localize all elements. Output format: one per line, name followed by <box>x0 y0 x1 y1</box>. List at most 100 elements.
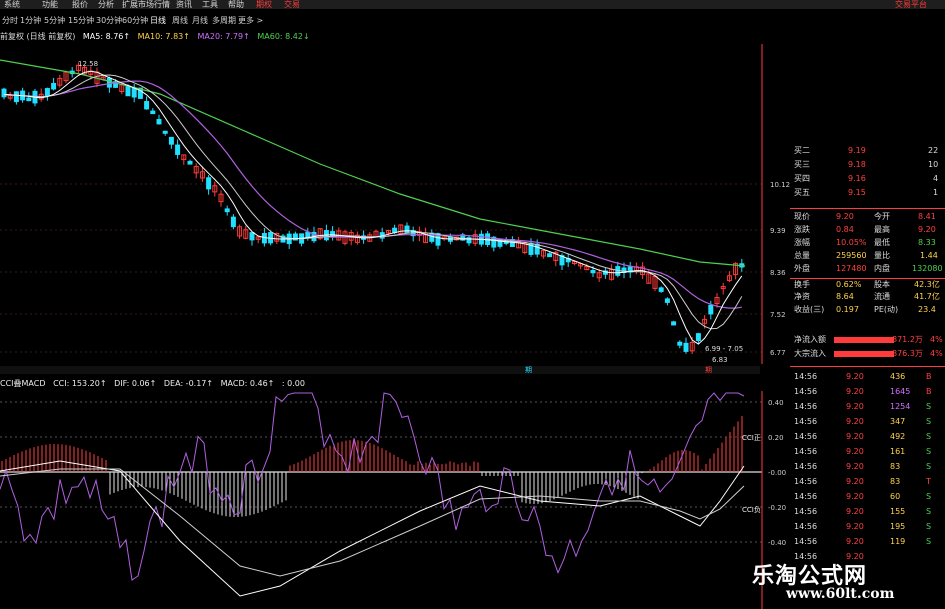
quote-label: PE(动) <box>874 305 899 314</box>
menu-item-system[interactable]: 系统 <box>4 0 20 9</box>
macd-value: MACD: 0.46↑ <box>220 379 275 388</box>
flow-value: 876.3万 <box>892 349 923 358</box>
tick-vol: 436 <box>890 372 906 381</box>
bid-label: 买三 <box>794 160 810 169</box>
candle-body <box>187 160 193 165</box>
chart-title: 前复权 (日线 前复权) <box>0 32 76 41</box>
menu-item-quote[interactable]: 报价 <box>72 0 88 9</box>
menu-item-options[interactable]: 期权 <box>256 0 272 9</box>
quote-label: 量比 <box>874 251 890 260</box>
menu-bar: 系统 功能 报价 分析 扩展市场行情 资讯 工具 帮助 期权 交易 交易平台 <box>0 0 945 9</box>
price-tick-label: 7.52 <box>770 311 786 319</box>
tab-1min[interactable]: 1分钟 <box>20 15 41 27</box>
candle-body <box>224 208 230 213</box>
tick-price: 9.20 <box>846 522 864 531</box>
candlestick-chart[interactable]: 10.129.398.367.526.77 12.58 6.99 - 7.05 … <box>0 44 790 364</box>
flow-bar <box>834 337 894 343</box>
ma10-label: MA10: 7.83↑ <box>137 32 190 41</box>
tick-row: 14:56 9.20 1254 S <box>790 399 945 414</box>
tick-vol: 195 <box>890 522 906 531</box>
quote-row: 收益(三) 0.197 PE(动) 23.4 <box>790 304 945 316</box>
tab-5min[interactable]: 5分钟 <box>44 15 65 27</box>
menu-item-trade[interactable]: 交易 <box>284 0 300 9</box>
bid-row: 买二 9.19 22 <box>790 145 945 157</box>
candle-body <box>695 333 701 341</box>
quote-value: 8.41 <box>918 212 936 221</box>
menu-item-help[interactable]: 帮助 <box>228 0 244 9</box>
menu-item-news[interactable]: 资讯 <box>176 0 192 9</box>
order-book: 买二 9.19 22 买三 9.18 10 买四 9.16 4 买五 9.15 … <box>790 145 945 205</box>
tick-time: 14:56 <box>794 432 818 441</box>
quote-label: 换手 <box>794 280 810 289</box>
tick-row: 14:56 9.20 347 S <box>790 414 945 429</box>
tick-vol: 155 <box>890 507 906 516</box>
tab-60min[interactable]: 60分钟 <box>122 15 148 27</box>
tick-row: 14:56 9.20 436 B <box>790 369 945 384</box>
bid-volume: 22 <box>928 146 939 155</box>
tab-30min[interactable]: 30分钟 <box>96 15 122 27</box>
indicator-tick-label: -0.40 <box>768 539 786 547</box>
menu-item-extended[interactable]: 扩展市场行情 <box>122 0 170 9</box>
split-marker-2: 期 <box>705 366 712 374</box>
price-tick-label: 6.77 <box>770 349 786 357</box>
tick-flag: B <box>926 387 932 396</box>
ma60-label: MA60: 8.42↓ <box>257 32 310 41</box>
candle-body <box>26 97 32 102</box>
flow-percent: 4% <box>930 335 943 344</box>
tick-time: 14:56 <box>794 507 818 516</box>
tick-price: 9.20 <box>846 417 864 426</box>
cci-macd-chart[interactable]: 0.40 0.20 -0.00 -0.20 -0.40 CCI正 CCI负 <box>0 391 790 609</box>
menu-item-function[interactable]: 功能 <box>42 0 58 9</box>
bid-row: 买五 9.15 1 <box>790 187 945 199</box>
indicator-title[interactable]: CCI叠MACD <box>0 379 46 388</box>
macd-histogram <box>1 416 743 517</box>
tick-flag: S <box>926 417 932 426</box>
price-grid <box>0 183 762 353</box>
tick-flag: S <box>926 447 932 456</box>
watermark-url: www.60lt.com <box>786 586 895 602</box>
candle-body <box>658 287 664 292</box>
candle-body <box>106 77 112 88</box>
tab-daily[interactable]: 日线 <box>150 15 166 27</box>
tab-intraday[interactable]: 分时 <box>2 15 18 27</box>
quote-value: 9.20 <box>836 212 854 221</box>
dif-line <box>0 460 745 597</box>
tick-flag: B <box>926 372 932 381</box>
tick-vol: 119 <box>890 537 906 546</box>
quote-label: 最低 <box>874 238 890 247</box>
quote-value: 0.197 <box>836 305 859 314</box>
quote-label: 外盘 <box>794 264 810 273</box>
quote-row: 净资 8.64 流通 41.7亿 <box>790 291 945 303</box>
flow-label: 大宗流入 <box>794 349 826 358</box>
cci-lower-label: CCI负 <box>742 505 761 514</box>
tab-monthly[interactable]: 月线 <box>192 15 208 27</box>
quote-value: 8.64 <box>836 292 854 301</box>
tab-weekly[interactable]: 周线 <box>172 15 188 27</box>
candle-body <box>44 88 50 97</box>
tab-multi-period[interactable]: 多周期 <box>212 15 236 27</box>
tick-time: 14:56 <box>794 462 818 471</box>
quote-stats: 现价 9.20 今开 8.41 涨跌 0.84 最高 9.20 涨幅 10.05… <box>790 208 945 329</box>
candle-body <box>664 298 670 303</box>
tick-price: 9.20 <box>846 507 864 516</box>
tab-more[interactable]: 更多 > <box>238 15 263 27</box>
tick-price: 9.20 <box>846 477 864 486</box>
tick-time: 14:56 <box>794 372 818 381</box>
tab-15min[interactable]: 15分钟 <box>68 15 94 27</box>
candle-body <box>230 216 236 228</box>
menu-item-tools[interactable]: 工具 <box>202 0 218 9</box>
bid-row: 买四 9.16 4 <box>790 173 945 185</box>
candle-body <box>1 88 7 98</box>
tick-list[interactable]: 14:56 9.20 436 B 14:56 9.20 1645 B 14:56 9.20 1254… <box>790 366 945 562</box>
quote-row: 外盘 127480 内盘 132080 <box>790 263 945 275</box>
low-price-annotation: 6.99 - 7.05 <box>705 345 743 353</box>
menu-item-analysis[interactable]: 分析 <box>98 0 114 9</box>
bid-label: 买二 <box>794 146 810 155</box>
trade-platform-link[interactable]: 交易平台 <box>895 0 927 9</box>
tick-flag: S <box>926 432 932 441</box>
candle-body <box>144 101 150 110</box>
quote-value: 23.4 <box>918 305 936 314</box>
indicator-axis: 0.40 0.20 -0.00 -0.20 -0.40 <box>768 399 786 547</box>
candle-body <box>175 144 181 155</box>
flow-percent: 4% <box>930 349 943 358</box>
